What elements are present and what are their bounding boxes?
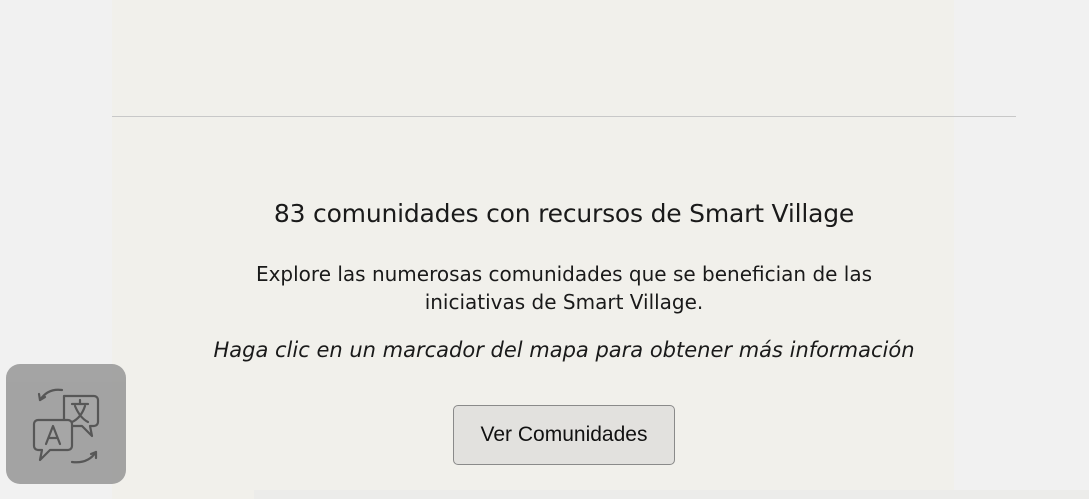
section-divider <box>112 116 1016 117</box>
translate-button[interactable] <box>6 364 126 484</box>
map-hint: Haga clic en un marcador del mapa para o… <box>213 338 915 362</box>
view-communities-button[interactable]: Ver Comunidades <box>453 405 675 465</box>
bottom-strip <box>254 490 1089 499</box>
communities-heading: 83 comunidades con recursos de Smart Vil… <box>273 199 855 228</box>
page: 83 comunidades con recursos de Smart Vil… <box>0 0 1089 499</box>
communities-description: Explore las numerosas comunidades que se… <box>255 262 873 314</box>
translate-icon <box>32 388 100 464</box>
